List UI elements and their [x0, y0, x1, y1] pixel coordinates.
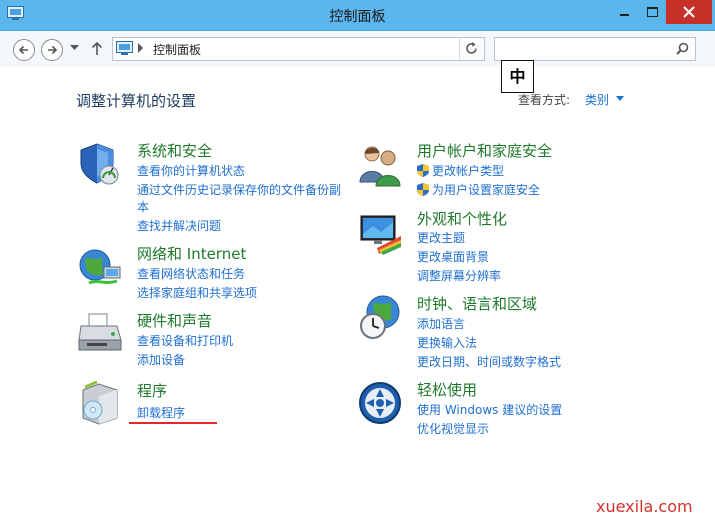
link-family-safety[interactable]: 为用户设置家庭安全 — [417, 181, 540, 198]
search-input[interactable] — [499, 38, 673, 60]
link-network-status-tasks[interactable]: 查看网络状态和任务 — [137, 265, 245, 282]
category-title-hardware-sound[interactable]: 硬件和声音 — [137, 310, 212, 331]
address-divider — [459, 38, 460, 60]
back-button[interactable] — [13, 39, 35, 61]
uac-shield-icon — [417, 164, 429, 177]
category-title-clock-language-region[interactable]: 时钟、语言和区域 — [417, 293, 537, 314]
maximize-button[interactable] — [638, 0, 666, 24]
recent-locations-chevron-icon[interactable] — [70, 45, 79, 51]
view-by-chevron-down-icon[interactable] — [616, 96, 624, 101]
category-title-appearance[interactable]: 外观和个性化 — [417, 208, 507, 229]
address-bar[interactable]: 控制面板 — [112, 37, 485, 61]
forward-button[interactable] — [41, 39, 63, 61]
close-button[interactable] — [666, 0, 712, 24]
programs-box-icon[interactable] — [77, 380, 123, 426]
breadcrumb-control-panel[interactable]: 控制面板 — [153, 41, 201, 58]
maximize-icon — [646, 7, 658, 17]
link-file-history-backup[interactable]: 通过文件历史记录保存你的文件备份副 — [137, 181, 341, 198]
link-troubleshoot[interactable]: 查找并解决问题 — [137, 217, 221, 234]
view-by-label: 查看方式: — [518, 93, 571, 107]
link-change-input-method[interactable]: 更换输入法 — [417, 334, 477, 351]
page-title: 调整计算机的设置 — [76, 92, 197, 110]
link-windows-recommended-settings[interactable]: 使用 Windows 建议的设置 — [417, 401, 562, 418]
minimize-icon — [619, 14, 629, 16]
up-arrow-icon[interactable] — [90, 40, 104, 56]
uac-shield-icon — [417, 183, 429, 196]
monitor-palette-icon[interactable] — [357, 212, 403, 258]
link-uninstall-program[interactable]: 卸载程序 — [137, 404, 185, 421]
view-by-dropdown[interactable]: 类别 — [585, 91, 609, 108]
close-icon — [683, 6, 695, 18]
link-change-date-time-format[interactable]: 更改日期、时间或数字格式 — [417, 353, 561, 370]
navigation-bar: 控制面板 — [0, 31, 715, 67]
link-family-safety-label: 为用户设置家庭安全 — [432, 183, 541, 197]
link-change-desktop-background[interactable]: 更改桌面背景 — [417, 248, 489, 265]
search-icon[interactable] — [676, 42, 689, 55]
link-change-account-type-label: 更改帐户类型 — [432, 164, 505, 178]
breadcrumb-chevron-icon[interactable] — [137, 43, 145, 53]
link-optimize-visual-display[interactable]: 优化视觉显示 — [417, 420, 489, 437]
link-add-language[interactable]: 添加语言 — [417, 315, 465, 332]
search-box[interactable] — [494, 37, 696, 61]
ime-indicator[interactable]: 中 — [501, 60, 534, 93]
network-globe-icon[interactable] — [77, 245, 123, 291]
control-panel-small-icon — [116, 41, 133, 55]
link-view-computer-status[interactable]: 查看你的计算机状态 — [137, 162, 245, 179]
security-shield-icon[interactable] — [77, 141, 123, 187]
window-title: 控制面板 — [329, 9, 386, 25]
arrow-right-icon — [48, 45, 58, 55]
link-change-account-type[interactable]: 更改帐户类型 — [417, 162, 504, 179]
users-icon[interactable] — [357, 142, 403, 188]
minimize-button[interactable] — [610, 0, 638, 24]
category-title-ease-of-access[interactable]: 轻松使用 — [417, 379, 477, 400]
category-title-user-accounts[interactable]: 用户帐户和家庭安全 — [417, 140, 552, 161]
category-title-system-security[interactable]: 系统和安全 — [137, 140, 212, 161]
refresh-icon[interactable] — [464, 41, 479, 56]
link-devices-printers[interactable]: 查看设备和打印机 — [137, 332, 233, 349]
printer-icon[interactable] — [77, 310, 123, 356]
category-title-network-internet[interactable]: 网络和 Internet — [137, 243, 246, 264]
title-bar: 控制面板 — [0, 0, 715, 31]
category-title-programs[interactable]: 程序 — [137, 380, 167, 401]
arrow-left-icon — [18, 45, 28, 55]
red-underline-annotation — [129, 422, 217, 424]
link-add-device[interactable]: 添加设备 — [137, 351, 185, 368]
link-file-history-backup-wrap[interactable]: 本 — [137, 198, 149, 215]
link-change-theme[interactable]: 更改主题 — [417, 229, 465, 246]
link-adjust-resolution[interactable]: 调整屏幕分辨率 — [417, 267, 501, 284]
clock-globe-icon[interactable] — [357, 294, 403, 340]
link-homegroup-sharing[interactable]: 选择家庭组和共享选项 — [137, 284, 257, 301]
watermark-text: xuexila.com — [596, 497, 693, 516]
ease-of-access-icon[interactable] — [357, 380, 403, 426]
